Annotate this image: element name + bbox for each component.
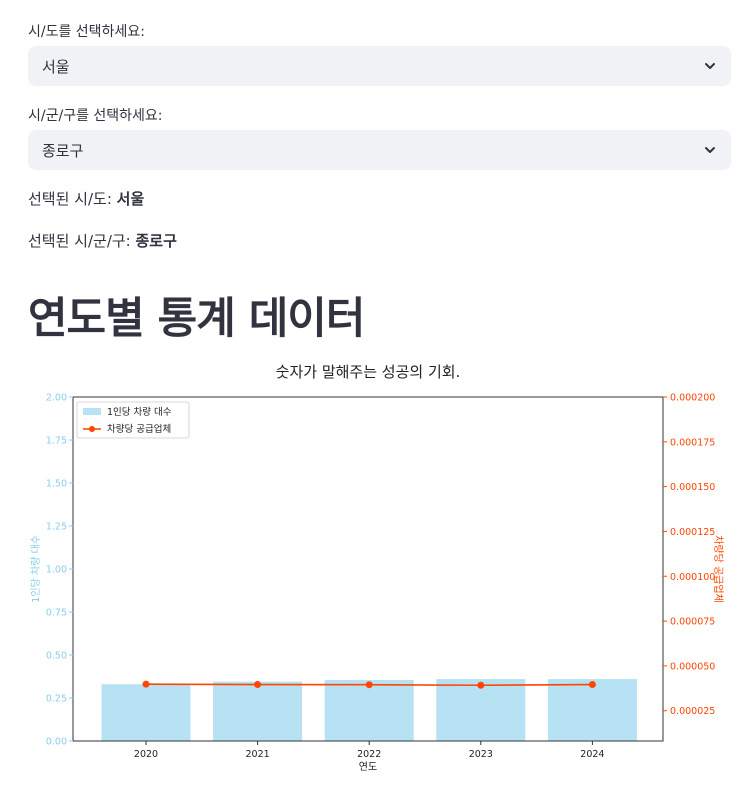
selected-sigungu-text: 선택된 시/군/구: 종로구 (28, 230, 177, 251)
legend-swatch-bar (83, 408, 101, 415)
legend-label-line: 차량당 공급업체 (107, 423, 171, 435)
sigungu-label: 시/군/구를 선택하세요: (28, 108, 163, 124)
sigungu-select-value: 종로구 (42, 141, 84, 160)
stats-chart: 숫자가 말해주는 성공의 기회. 0.00 0.25 0.50 0.75 1.00 1.25… (30, 363, 725, 773)
y-left-tick-label: 0.75 (46, 608, 67, 619)
legend-label-bar: 1인당 차량 대수 (107, 406, 172, 418)
y-right-tick-label: 0.000100 (670, 572, 715, 583)
y-left-axis-label: 1인당 차량 대수 (30, 535, 42, 603)
y-right-tick-label: 0.000200 (670, 393, 715, 404)
y-left-tick-label: 1.75 (46, 436, 67, 447)
x-axis-label: 연도 (359, 761, 377, 773)
y-right-tick-label: 0.000125 (670, 527, 715, 538)
sigungu-select[interactable]: 종로구 (28, 130, 731, 170)
selected-sigungu-prefix: 선택된 시/군/구: (28, 232, 136, 250)
x-tick-label: 2024 (580, 749, 604, 760)
line-point (254, 681, 262, 689)
x-tick-label: 2020 (134, 749, 158, 760)
y-left-tick-label: 2.00 (46, 393, 67, 404)
y-left-tick-label: 1.25 (46, 522, 67, 533)
y-right-tick-label: 0.000050 (670, 661, 715, 672)
x-tick-label: 2021 (246, 749, 270, 760)
bar (324, 679, 414, 741)
bar (213, 681, 303, 741)
y-left-tick-label: 0.00 (46, 737, 67, 748)
y-right-axis-label: 차량당 공급업체 (712, 535, 725, 603)
page-title: 연도별 통계 데이터 (28, 294, 365, 344)
line-point (588, 681, 596, 689)
line-point (142, 680, 150, 688)
y-right-tick-label: 0.000150 (670, 482, 715, 493)
chevron-down-icon (703, 143, 717, 157)
y-left-tick-label: 0.50 (46, 651, 67, 662)
y-right-tick-label: 0.000025 (670, 706, 715, 717)
y-left-tick-label: 0.25 (46, 694, 67, 705)
y-left-tick-label: 1.00 (46, 565, 67, 576)
bar (101, 684, 191, 741)
bar (547, 679, 637, 741)
y-right-tick-label: 0.000175 (670, 437, 715, 448)
sido-select-value: 서울 (42, 57, 70, 76)
x-tick-label: 2023 (469, 749, 493, 760)
selected-sido-value: 서울 (116, 190, 145, 208)
x-tick-label: 2022 (357, 749, 381, 760)
chart-title: 숫자가 말해주는 성공의 기회. (276, 363, 461, 381)
app: 시/도를 선택하세요: 서울 시/군/구를 선택하세요: 종로구 선택된 시/도… (0, 0, 755, 788)
line-point (365, 681, 373, 689)
y-right-tick-label: 0.000075 (670, 617, 715, 628)
sido-label: 시/도를 선택하세요: (28, 24, 145, 40)
selected-sido-prefix: 선택된 시/도: (28, 190, 117, 208)
chevron-down-icon (703, 59, 717, 73)
sido-select[interactable]: 서울 (28, 46, 731, 86)
selected-sido-text: 선택된 시/도: 서울 (28, 188, 144, 209)
y-left-tick-label: 1.50 (46, 479, 67, 490)
line-point (477, 681, 485, 689)
selected-sigungu-value: 종로구 (135, 232, 177, 250)
legend-swatch-marker (89, 426, 95, 432)
